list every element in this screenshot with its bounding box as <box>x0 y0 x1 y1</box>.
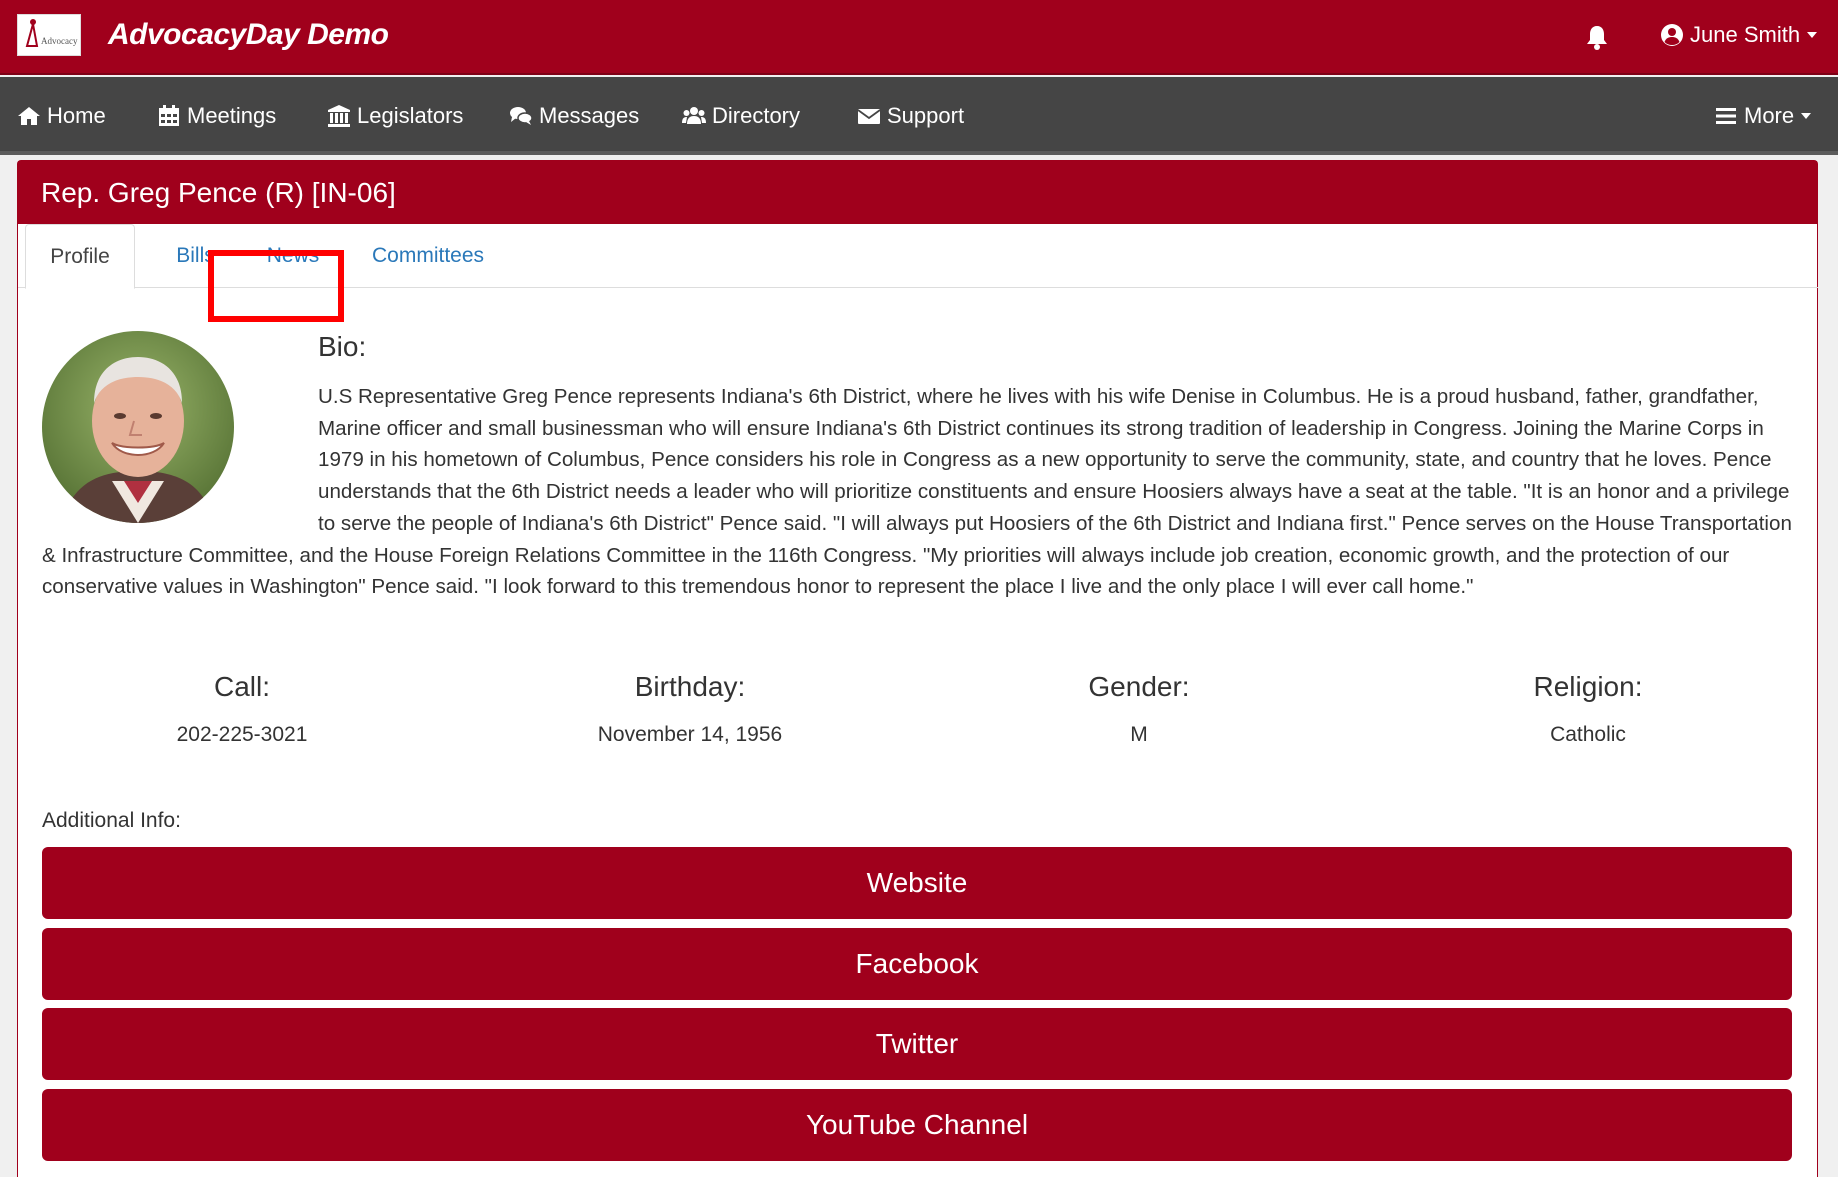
facebook-button[interactable]: Facebook <box>42 928 1792 1000</box>
bio-section: Bio: U.S Representative Greg Pence repre… <box>42 329 1808 603</box>
nav-home-label: Home <box>47 103 106 128</box>
stat-call-label: Call: <box>213 671 270 702</box>
hamburger-icon <box>1716 108 1736 124</box>
additional-info-label: Additional Info: <box>42 809 181 832</box>
legislator-title: Rep. Greg Pence (R) [IN-06] <box>18 161 1817 224</box>
stat-gender-value: M <box>1130 723 1148 746</box>
app-brand[interactable]: AdvocacyDay Demo <box>108 18 389 52</box>
stat-religion-label: Religion: <box>1533 671 1643 702</box>
nav-directory[interactable]: Directory <box>682 77 800 155</box>
app-logo[interactable]: Advocacy <box>17 14 81 56</box>
user-menu[interactable]: June Smith <box>1660 22 1818 48</box>
legislator-photo <box>42 331 234 523</box>
top-bar: Advocacy AdvocacyDay Demo June Smith <box>0 0 1838 75</box>
nav-messages[interactable]: Messages <box>509 77 639 155</box>
bio-heading: Bio: <box>318 331 367 362</box>
stat-birthday-label: Birthday: <box>634 671 746 702</box>
nav-legislators-label: Legislators <box>357 103 464 128</box>
nav-messages-label: Messages <box>539 103 640 128</box>
user-circle-icon <box>1661 24 1683 46</box>
youtube-channel-button[interactable]: YouTube Channel <box>42 1089 1792 1161</box>
stat-gender-label: Gender: <box>1088 671 1190 702</box>
website-button[interactable]: Website <box>42 847 1792 919</box>
comments-icon <box>510 107 533 125</box>
tab-committees[interactable]: Committees <box>353 224 503 288</box>
nav-more-label: More <box>1744 103 1795 128</box>
contact-stats: Call: 202-225-3021 Birthday: November 14… <box>42 671 1834 791</box>
home-icon <box>18 107 40 125</box>
news-tab-highlight <box>208 250 344 322</box>
nav-directory-label: Directory <box>712 103 801 128</box>
nav-meetings[interactable]: Meetings <box>157 77 276 155</box>
nav-home[interactable]: Home <box>17 77 106 155</box>
nav-support[interactable]: Support <box>857 77 964 155</box>
stat-birthday-value: November 14, 1956 <box>597 723 783 746</box>
envelope-icon <box>857 109 881 124</box>
caret-down-icon <box>1801 113 1812 119</box>
building-icon <box>328 105 350 127</box>
portrait-image <box>42 331 234 523</box>
twitter-button[interactable]: Twitter <box>42 1008 1792 1080</box>
user-name: June Smith <box>1690 22 1801 47</box>
stat-religion: Religion: Catholic <box>1388 671 1788 747</box>
tab-profile[interactable]: Profile <box>25 224 135 289</box>
stat-gender: Gender: M <box>939 671 1339 747</box>
nav-meetings-label: Meetings <box>187 103 277 128</box>
bell-icon[interactable] <box>1585 24 1609 50</box>
stat-call-value[interactable]: 202-225-3021 <box>42 723 442 747</box>
profile-tabs: Profile Bills News Committees <box>18 224 1818 322</box>
logo-mark-icon: Advocacy <box>25 19 78 47</box>
stat-religion-value: Catholic <box>1550 723 1626 746</box>
main-nav: Home Meetings Legislators Messages Direc… <box>0 77 1838 155</box>
bio-text: U.S Representative Greg Pence represents… <box>42 385 1792 599</box>
nav-legislators[interactable]: Legislators <box>327 77 463 155</box>
caret-down-icon <box>1807 32 1818 38</box>
stat-call: Call: 202-225-3021 <box>42 671 442 747</box>
users-icon <box>682 107 706 124</box>
stat-birthday: Birthday: November 14, 1956 <box>490 671 890 747</box>
nav-more[interactable]: More <box>1714 77 1812 155</box>
legislator-panel: Rep. Greg Pence (R) [IN-06] Profile Bill… <box>17 160 1818 1177</box>
calendar-icon <box>159 105 179 126</box>
nav-support-label: Support <box>887 103 965 128</box>
svg-text:Advocacy: Advocacy <box>41 36 78 46</box>
